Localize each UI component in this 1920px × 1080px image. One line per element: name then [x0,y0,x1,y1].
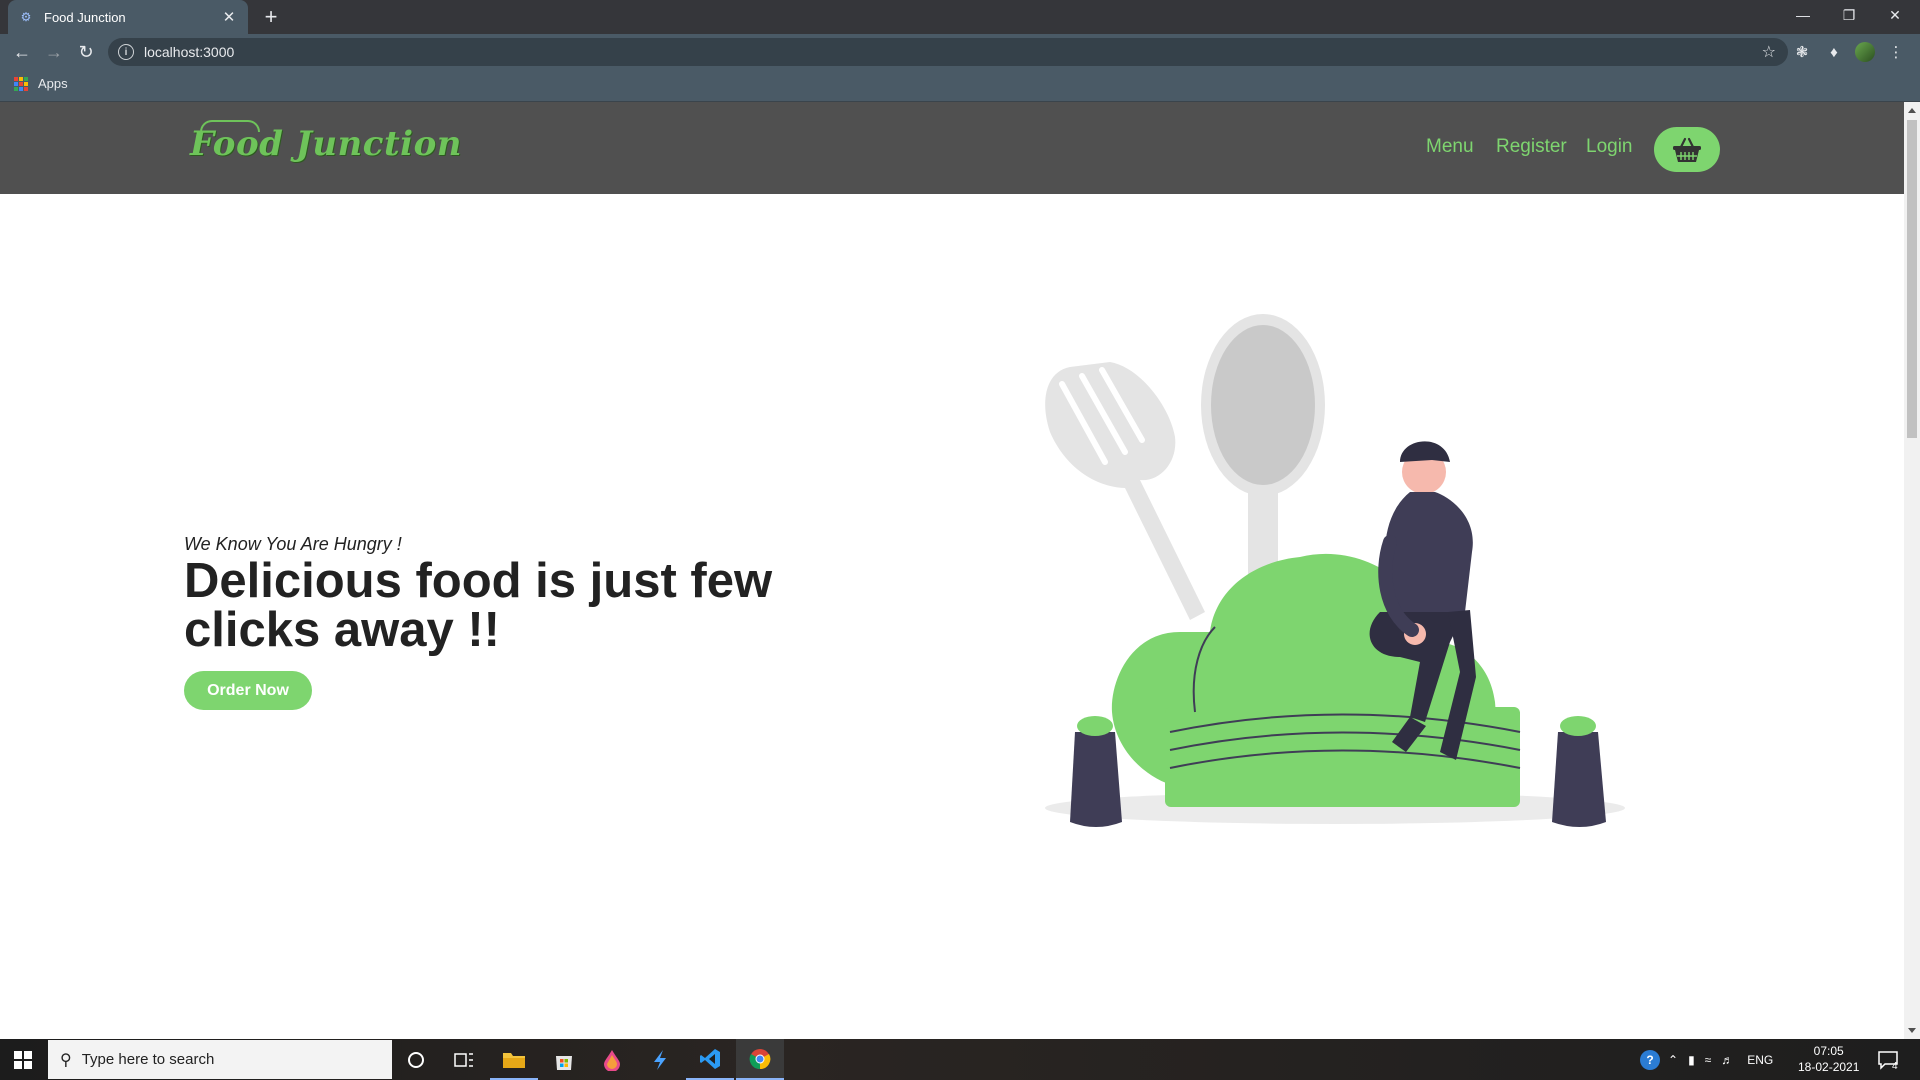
paint-drop-app-icon[interactable] [588,1039,636,1080]
help-icon[interactable]: ? [1640,1049,1660,1070]
bookmarks-bar: Apps [0,70,1920,102]
browser-tab-strip: ⚙ Food Junction ✕ + — ❐ ✕ [0,0,1920,34]
hero-section: We Know You Are Hungry ! Delicious food … [184,534,884,710]
notification-count-badge: 4 [1892,1061,1898,1072]
reload-button[interactable]: ↻ [72,38,100,66]
scroll-up-arrow-icon[interactable] [1908,108,1916,113]
taskbar-search-placeholder: Type here to search [81,1051,215,1068]
microsoft-store-icon[interactable] [540,1039,588,1080]
taskbar-clock[interactable]: 07:05 18-02-2021 [1798,1043,1859,1075]
nav-menu-link[interactable]: Menu [1426,136,1474,158]
scrollbar-thumb[interactable] [1907,120,1917,438]
nav-register-link[interactable]: Register [1496,136,1567,158]
scroll-down-arrow-icon[interactable] [1908,1028,1916,1033]
file-explorer-icon[interactable] [490,1039,538,1080]
extension-icon[interactable]: ❃ [1792,42,1812,62]
cart-button[interactable] [1654,127,1720,172]
profile-avatar[interactable] [1855,42,1875,62]
wifi-icon[interactable]: ≈ [1705,1053,1712,1067]
new-tab-button[interactable]: + [258,4,284,30]
basket-icon [1673,137,1701,162]
salt-shaker [1070,732,1122,827]
language-indicator[interactable]: ENG [1747,1053,1773,1067]
pepper-shaker [1552,732,1606,827]
bookmark-star-icon[interactable]: ☆ [1762,42,1776,62]
task-view-icon[interactable] [440,1039,488,1080]
tab-close-icon[interactable]: ✕ [220,8,238,26]
browser-tab[interactable]: ⚙ Food Junction ✕ [8,0,248,34]
close-window-button[interactable]: ✕ [1872,0,1918,30]
power-automate-icon[interactable] [636,1039,684,1080]
minimize-button[interactable]: — [1780,0,1826,30]
volume-icon[interactable]: ♬ [1721,1053,1733,1067]
site-navbar: Food Junction Menu Register Login [0,102,1904,194]
system-tray: ? ⌃ ▮ ≈ ♬ ENG [1640,1039,1773,1080]
extensions-puzzle-icon[interactable]: ♦ [1824,42,1844,62]
clock-time: 07:05 [1813,1044,1844,1058]
vscode-icon[interactable] [686,1039,734,1080]
site-info-icon[interactable]: i [118,44,134,60]
apps-grid-icon [14,76,28,91]
action-center-button[interactable]: 4 [1866,1039,1910,1080]
search-icon: ⚲ [60,1051,72,1069]
show-hidden-icons-chevron-icon[interactable]: ⌃ [1668,1053,1678,1067]
back-button[interactable]: ← [8,38,36,66]
page-scrollbar[interactable] [1904,102,1920,1039]
tab-favicon-icon: ⚙ [20,10,32,24]
clock-date: 18-02-2021 [1798,1060,1860,1074]
restore-button[interactable]: ❐ [1826,0,1872,30]
tab-title: Food Junction [44,9,126,25]
taskbar-search-box[interactable]: ⚲ Type here to search [48,1040,392,1079]
windows-start-button[interactable] [0,1039,46,1080]
apps-label: Apps [38,76,68,91]
battery-icon[interactable]: ▮ [1688,1053,1695,1067]
cortana-icon[interactable] [392,1039,440,1080]
browser-toolbar: ← → ↻ i localhost:3000 ☆ ❃ ♦ ⋮ [0,34,1920,70]
chrome-taskbar-icon[interactable] [736,1039,784,1080]
forward-button[interactable]: → [40,38,68,66]
chrome-menu-icon[interactable]: ⋮ [1886,42,1906,62]
windows-logo-icon [14,1050,32,1069]
web-page: Food Junction Menu Register Login We Kno… [0,102,1904,1039]
nav-login-link[interactable]: Login [1586,136,1633,158]
hero-tagline: We Know You Are Hungry ! [184,534,402,554]
address-bar[interactable]: i localhost:3000 ☆ [108,38,1788,66]
windows-taskbar: ⚲ Type here to search ? ⌃ ▮ ≈ ♬ ENG 07:0… [0,1039,1920,1080]
apps-bookmark[interactable]: Apps [14,76,68,91]
hero-headline: Delicious food is just few clicks away !… [184,554,773,657]
chef-hat-illustration [1045,314,1625,827]
url-text: localhost:3000 [144,44,235,60]
order-now-button[interactable]: Order Now [184,671,312,710]
site-logo[interactable]: Food Junction [190,124,462,164]
